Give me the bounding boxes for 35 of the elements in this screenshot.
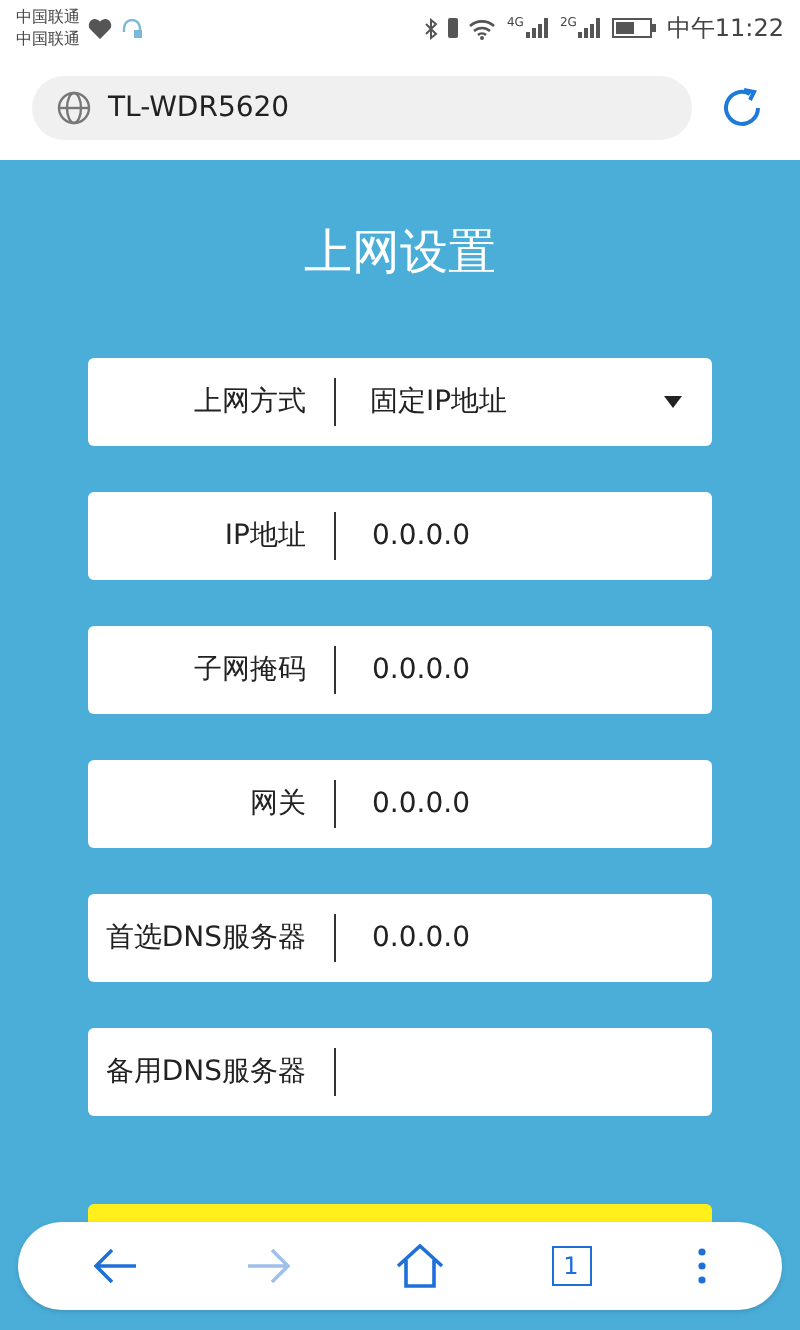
input-field[interactable]: 备用DNS服务器	[88, 1028, 712, 1116]
carrier-name: 中国联通	[16, 28, 80, 50]
field-value: 0.0.0.0	[370, 651, 470, 689]
signal-icon	[578, 18, 603, 38]
signal-icon	[525, 18, 550, 38]
bluetooth-icon	[424, 17, 439, 39]
field-label: 首选DNS服务器	[103, 919, 308, 957]
back-button[interactable]	[94, 1248, 138, 1284]
field-label: 备用DNS服务器	[103, 1053, 308, 1091]
wifi-icon	[468, 17, 497, 39]
page-title: 上网设置	[304, 222, 496, 284]
input-field[interactable]: 子网掩码 0.0.0.0	[88, 626, 712, 714]
dropdown-icon	[664, 396, 682, 408]
field-value: 0.0.0.0	[370, 919, 470, 957]
home-button[interactable]	[396, 1244, 444, 1288]
field-label: 上网方式	[192, 383, 308, 421]
input-field[interactable]: 首选DNS服务器 0.0.0.0	[88, 894, 712, 982]
refresh-icon	[718, 84, 766, 132]
globe-icon	[56, 90, 92, 126]
select-field[interactable]: 上网方式 固定IP地址	[88, 358, 712, 446]
tabs-button[interactable]: 1	[551, 1246, 591, 1286]
field-label: 网关	[248, 785, 308, 823]
menu-button[interactable]	[698, 1248, 706, 1284]
field-value: 0.0.0.0	[370, 517, 470, 555]
field-label: 子网掩码	[192, 651, 308, 689]
heart-icon	[88, 17, 112, 39]
field-value: 固定IP地址	[368, 383, 508, 421]
field-label: IP地址	[222, 517, 308, 555]
clock: 中午11:22	[666, 12, 784, 46]
battery-icon	[612, 18, 657, 38]
carrier-name: 中国联通	[16, 6, 80, 28]
input-field[interactable]: IP地址 0.0.0.0	[88, 492, 712, 580]
address-field[interactable]: TL-WDR5620	[32, 76, 692, 140]
field-value: 0.0.0.0	[370, 785, 470, 823]
input-field[interactable]: 网关 0.0.0.0	[88, 760, 712, 848]
